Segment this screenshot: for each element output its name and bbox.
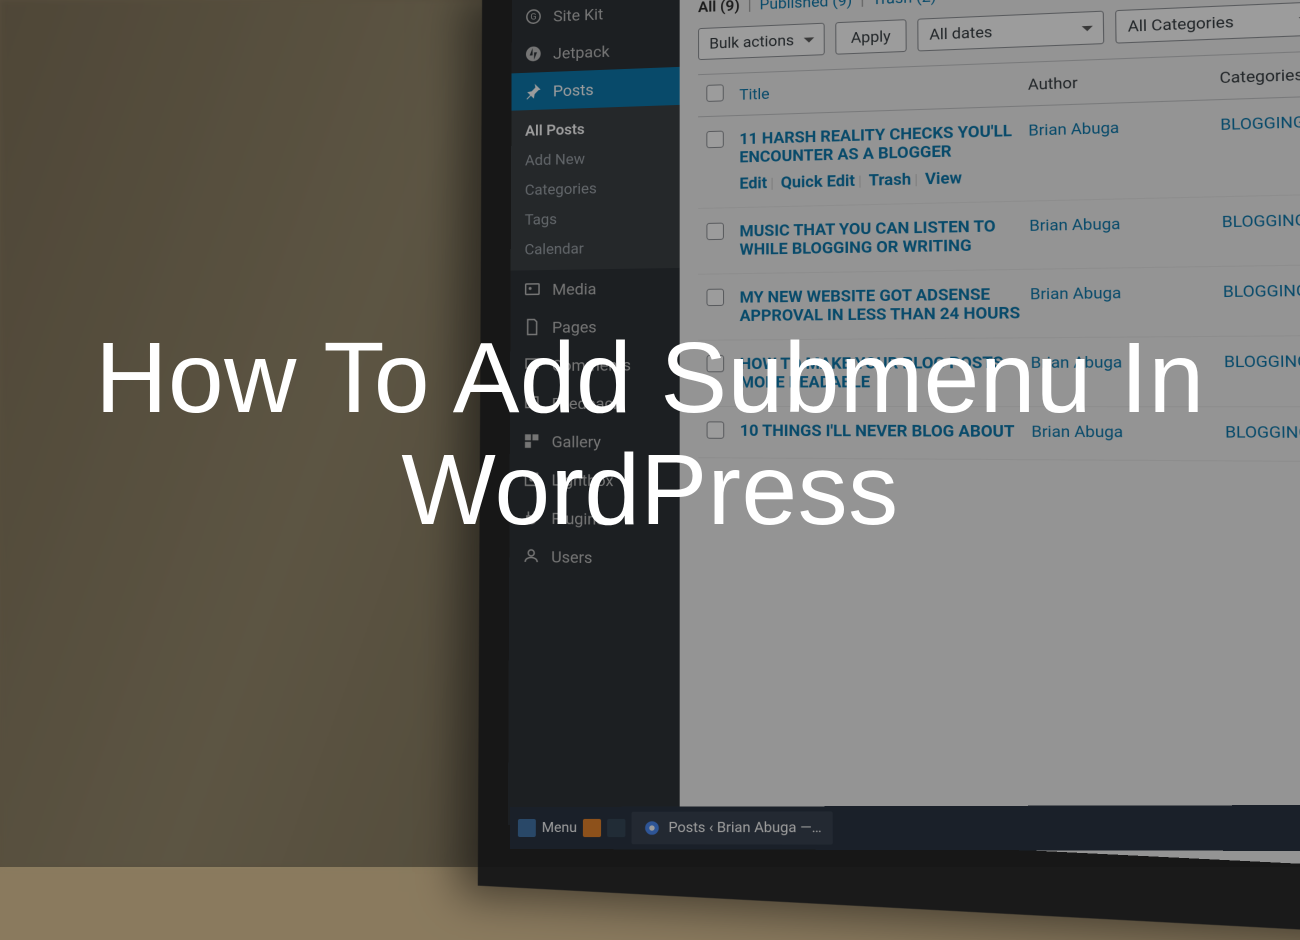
sidebar-item-lightbox[interactable]: Lightbox: [510, 460, 680, 500]
taskbar-tab-title: Posts ‹ Brian Abuga —…: [668, 820, 821, 837]
chrome-icon: [642, 818, 662, 838]
table-row: HOW TO MAKE YOUR BLOG POSTS MORE READABL…: [698, 336, 1300, 407]
sidebar-item-label: Pages: [552, 317, 597, 336]
sidebar-item-label: Jetpack: [553, 41, 610, 62]
submenu-add-new[interactable]: Add New: [511, 141, 680, 176]
author-link[interactable]: Brian Abuga: [1031, 422, 1123, 441]
row-checkbox[interactable]: [706, 355, 724, 372]
jetpack-icon: [523, 44, 543, 64]
sidebar-item-label: Lightbox: [551, 470, 613, 490]
row-actions: Edit| Quick Edit| Trash| View: [739, 167, 1029, 193]
sidebar-item-label: Site Kit: [553, 4, 603, 25]
categories-select[interactable]: All Categories: [1115, 1, 1300, 43]
sidebar-item-label: Feedback: [552, 393, 621, 412]
row-checkbox[interactable]: [706, 131, 724, 149]
taskbar-app-icon[interactable]: [583, 819, 601, 837]
author-link[interactable]: Brian Abuga: [1031, 353, 1123, 373]
category-link[interactable]: BLOGGING, FUN: [1222, 210, 1300, 232]
post-title-link[interactable]: 11 HARSH REALITY CHECKS YOU'LL ENCOUNTER…: [739, 122, 1012, 167]
users-icon: [521, 546, 541, 567]
row-checkbox[interactable]: [707, 421, 725, 438]
category-link[interactable]: BLOGGING: [1224, 352, 1300, 372]
column-author[interactable]: Author: [1028, 68, 1220, 94]
sidebar-item-jetpack[interactable]: Jetpack: [512, 29, 680, 73]
column-title[interactable]: Title: [739, 75, 1028, 104]
lightbox-icon: [522, 469, 542, 489]
sidebar-item-comments[interactable]: Comments: [510, 345, 680, 384]
submenu-tags[interactable]: Tags: [511, 201, 680, 235]
sidebar-item-label: Plugins: [551, 508, 604, 528]
sidebar-item-label: Media: [552, 279, 596, 299]
page-icon: [522, 317, 542, 337]
taskbar-app-icon[interactable]: [607, 819, 625, 837]
sidebar-item-plugins[interactable]: Plugins: [509, 498, 679, 539]
taskbar-browser-tab[interactable]: Posts ‹ Brian Abuga —…: [632, 811, 833, 844]
quick-edit-link[interactable]: Quick Edit: [781, 172, 855, 192]
filter-published[interactable]: Published (9): [760, 0, 853, 13]
table-row: MY NEW WEBSITE GOT ADSENSE APPROVAL IN L…: [698, 265, 1300, 341]
plugin-icon: [521, 507, 541, 527]
sidebar-item-media[interactable]: Media: [510, 268, 679, 308]
post-title-link[interactable]: HOW TO MAKE YOUR BLOG POSTS MORE READABL…: [740, 353, 1004, 391]
category-link[interactable]: BLOGGING: [1225, 422, 1300, 442]
category-link[interactable]: BLOGGING: [1223, 281, 1300, 301]
comment-icon: [522, 355, 542, 375]
pin-icon: [523, 81, 543, 101]
sidebar-item-label: Posts: [553, 80, 594, 100]
apply-button[interactable]: Apply: [835, 19, 907, 55]
edit-link[interactable]: Edit: [739, 174, 767, 193]
dates-select[interactable]: All dates: [917, 11, 1104, 52]
posts-list-panel: All (9) | Published (9) | Trash (2) Bulk…: [680, 0, 1300, 869]
taskbar-menu-label: Menu: [542, 820, 577, 836]
filter-all[interactable]: All (9): [698, 0, 740, 16]
bulk-actions-select[interactable]: Bulk actions: [698, 23, 824, 60]
wp-admin-sidebar: G Site Kit Jetpack Posts All Posts Add N…: [508, 0, 680, 833]
author-link[interactable]: Brian Abuga: [1028, 118, 1119, 140]
author-link[interactable]: Brian Abuga: [1029, 214, 1120, 235]
gallery-icon: [522, 431, 542, 451]
svg-text:G: G: [530, 13, 536, 23]
sidebar-item-label: Comments: [552, 355, 631, 374]
author-link[interactable]: Brian Abuga: [1030, 283, 1121, 303]
start-button[interactable]: [518, 819, 536, 837]
sidebar-submenu: All Posts Add New Categories Tags Calend…: [511, 105, 680, 271]
row-checkbox[interactable]: [706, 223, 724, 241]
submenu-categories[interactable]: Categories: [511, 171, 680, 205]
row-checkbox[interactable]: [706, 289, 724, 307]
submenu-calendar[interactable]: Calendar: [511, 232, 680, 265]
sidebar-item-posts[interactable]: Posts: [511, 67, 679, 111]
post-title-link[interactable]: 10 THINGS I'LL NEVER BLOG ABOUT: [740, 421, 1015, 441]
sidebar-item-label: Users: [551, 547, 592, 567]
posts-table: Title Author Categories 11 HARSH REALITY…: [698, 48, 1300, 462]
select-all-checkbox[interactable]: [706, 84, 724, 102]
category-link[interactable]: BLOGGING: [1220, 112, 1300, 134]
trash-link[interactable]: Trash: [869, 170, 911, 190]
sidebar-item-users[interactable]: Users: [509, 536, 680, 578]
feedback-icon: [522, 393, 542, 413]
windows-taskbar: Menu Posts ‹ Brian Abuga —…: [510, 805, 1300, 851]
filter-trash[interactable]: Trash (2): [872, 0, 936, 8]
sidebar-item-pages[interactable]: Pages: [510, 306, 679, 346]
sidebar-item-label: Gallery: [552, 432, 601, 451]
sidebar-item-feedback[interactable]: Feedback: [510, 384, 680, 423]
post-title-link[interactable]: MUSIC THAT YOU CAN LISTEN TO WHILE BLOGG…: [740, 217, 996, 259]
media-icon: [522, 279, 542, 299]
site-kit-icon: G: [524, 6, 544, 26]
sidebar-item-gallery[interactable]: Gallery: [510, 422, 680, 461]
laptop-screen: G Site Kit Jetpack Posts All Posts Add N…: [508, 0, 1300, 869]
table-row: 10 THINGS I'LL NEVER BLOG ABOUT Brian Ab…: [698, 407, 1300, 462]
view-link[interactable]: View: [925, 169, 962, 189]
column-categories[interactable]: Categories: [1219, 62, 1300, 87]
post-title-link[interactable]: MY NEW WEBSITE GOT ADSENSE APPROVAL IN L…: [740, 285, 1021, 325]
